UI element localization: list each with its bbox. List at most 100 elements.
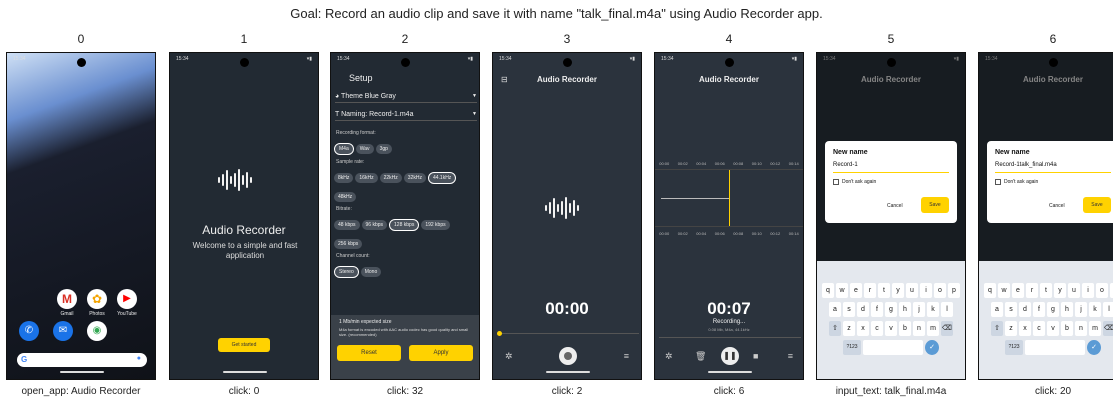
key[interactable]: f xyxy=(1033,302,1045,317)
name-input[interactable]: Record-1 xyxy=(833,162,949,173)
bitrate-chip[interactable]: 128 kbps xyxy=(389,219,420,231)
key[interactable]: t xyxy=(1040,283,1052,298)
key[interactable]: v xyxy=(885,321,897,336)
key[interactable]: x xyxy=(1019,321,1031,336)
rate-chip[interactable]: 44.1kHz xyxy=(427,172,457,184)
channel-chip[interactable]: Stereo xyxy=(334,266,359,278)
key[interactable]: u xyxy=(1068,283,1080,298)
cancel-button[interactable]: Cancel xyxy=(1049,203,1065,209)
search-bar[interactable]: G ● xyxy=(17,353,147,367)
key[interactable]: q xyxy=(984,283,996,298)
delete-icon[interactable]: 🗑 xyxy=(695,351,706,362)
key[interactable]: e xyxy=(850,283,862,298)
key[interactable]: t xyxy=(878,283,890,298)
key[interactable]: z xyxy=(843,321,855,336)
key[interactable]: p xyxy=(948,283,960,298)
key[interactable]: c xyxy=(1033,321,1045,336)
rate-chip[interactable]: 32kHz xyxy=(403,173,426,183)
key[interactable]: r xyxy=(1026,283,1038,298)
key[interactable]: g xyxy=(885,302,897,317)
key[interactable]: j xyxy=(1075,302,1087,317)
list-icon[interactable]: ≡ xyxy=(788,351,793,361)
gmail-app[interactable]: M Gmail xyxy=(57,289,77,317)
key[interactable]: c xyxy=(871,321,883,336)
apply-button[interactable]: Apply xyxy=(409,345,473,361)
key[interactable]: i xyxy=(1082,283,1094,298)
key[interactable]: y xyxy=(892,283,904,298)
key[interactable]: f xyxy=(871,302,883,317)
key[interactable]: o xyxy=(934,283,946,298)
rate-chip[interactable]: 16kHz xyxy=(355,173,378,183)
save-button[interactable]: Save xyxy=(921,197,949,213)
get-started-button[interactable]: Get started xyxy=(218,338,270,352)
format-chip[interactable]: 3gp xyxy=(375,144,392,154)
key[interactable]: a xyxy=(829,302,841,317)
dont-ask-checkbox[interactable]: Don't ask again xyxy=(995,179,1111,185)
rate-chip[interactable]: 22kHz xyxy=(379,173,402,183)
bitrate-chip[interactable]: 48 kbps xyxy=(334,220,360,230)
key[interactable]: h xyxy=(1061,302,1073,317)
format-chip[interactable]: M4a xyxy=(334,143,354,155)
key[interactable]: g xyxy=(1047,302,1059,317)
bitrate-chip[interactable]: 192 kbps xyxy=(421,220,450,230)
key[interactable]: s xyxy=(843,302,855,317)
key[interactable]: w xyxy=(836,283,848,298)
key[interactable]: l xyxy=(1103,302,1113,317)
cancel-button[interactable]: Cancel xyxy=(887,203,903,209)
key[interactable]: v xyxy=(1047,321,1059,336)
symbols-key[interactable]: ?123 xyxy=(1005,340,1023,355)
save-button[interactable]: Save xyxy=(1083,197,1111,213)
key[interactable]: r xyxy=(864,283,876,298)
key[interactable]: d xyxy=(1019,302,1031,317)
rate-chip[interactable]: 8kHz xyxy=(334,173,354,183)
key[interactable]: b xyxy=(899,321,911,336)
chrome-icon[interactable]: ◉ xyxy=(87,321,107,341)
pause-button[interactable]: ❚❚ xyxy=(721,347,739,365)
symbols-key[interactable]: ?123 xyxy=(843,340,861,355)
key[interactable]: a xyxy=(991,302,1003,317)
key[interactable]: y xyxy=(1054,283,1066,298)
settings-icon[interactable]: ✲ xyxy=(665,351,673,362)
reset-button[interactable]: Reset xyxy=(337,345,401,361)
stop-icon[interactable]: ■ xyxy=(753,351,758,361)
shift-key[interactable]: ⇧ xyxy=(991,321,1003,336)
key[interactable]: x xyxy=(857,321,869,336)
key[interactable]: s xyxy=(1005,302,1017,317)
key[interactable]: e xyxy=(1012,283,1024,298)
key[interactable]: k xyxy=(927,302,939,317)
backspace-key[interactable]: ⌫ xyxy=(941,321,953,336)
naming-select[interactable]: T Naming: Record-1.m4a ▼ xyxy=(335,111,477,121)
progress-thumb[interactable] xyxy=(497,331,502,336)
key[interactable]: q xyxy=(822,283,834,298)
key[interactable]: k xyxy=(1089,302,1101,317)
key[interactable]: b xyxy=(1061,321,1073,336)
key[interactable]: d xyxy=(857,302,869,317)
key[interactable]: l xyxy=(941,302,953,317)
dont-ask-checkbox[interactable]: Don't ask again xyxy=(833,179,949,185)
key[interactable]: h xyxy=(899,302,911,317)
progress-track[interactable] xyxy=(497,331,639,336)
theme-select[interactable]: ◕ Theme Blue Gray ▼ xyxy=(335,93,477,103)
key[interactable]: m xyxy=(927,321,939,336)
key[interactable]: o xyxy=(1096,283,1108,298)
space-key[interactable] xyxy=(863,340,923,355)
photos-app[interactable]: ✿ Photos xyxy=(87,289,107,317)
key[interactable]: j xyxy=(913,302,925,317)
list-icon[interactable]: ≡ xyxy=(624,351,629,361)
messages-icon[interactable]: ✉ xyxy=(53,321,73,341)
format-chip[interactable]: Wav xyxy=(355,144,374,154)
settings-icon[interactable]: ✲ xyxy=(505,351,513,362)
key[interactable]: u xyxy=(906,283,918,298)
space-key[interactable] xyxy=(1025,340,1085,355)
record-button[interactable] xyxy=(559,347,577,365)
channel-chip[interactable]: Mono xyxy=(360,267,382,277)
enter-key[interactable]: ✓ xyxy=(1087,340,1101,355)
key[interactable]: n xyxy=(913,321,925,336)
youtube-app[interactable]: ▶ YouTube xyxy=(117,289,137,317)
backspace-key[interactable]: ⌫ xyxy=(1103,321,1113,336)
bitrate-chip[interactable]: 256 kbps xyxy=(334,239,363,249)
shift-key[interactable]: ⇧ xyxy=(829,321,841,336)
name-input[interactable]: Record-1talk_final.m4a xyxy=(995,162,1111,173)
key[interactable]: m xyxy=(1089,321,1101,336)
bitrate-chip[interactable]: 96 kbps xyxy=(361,220,388,230)
